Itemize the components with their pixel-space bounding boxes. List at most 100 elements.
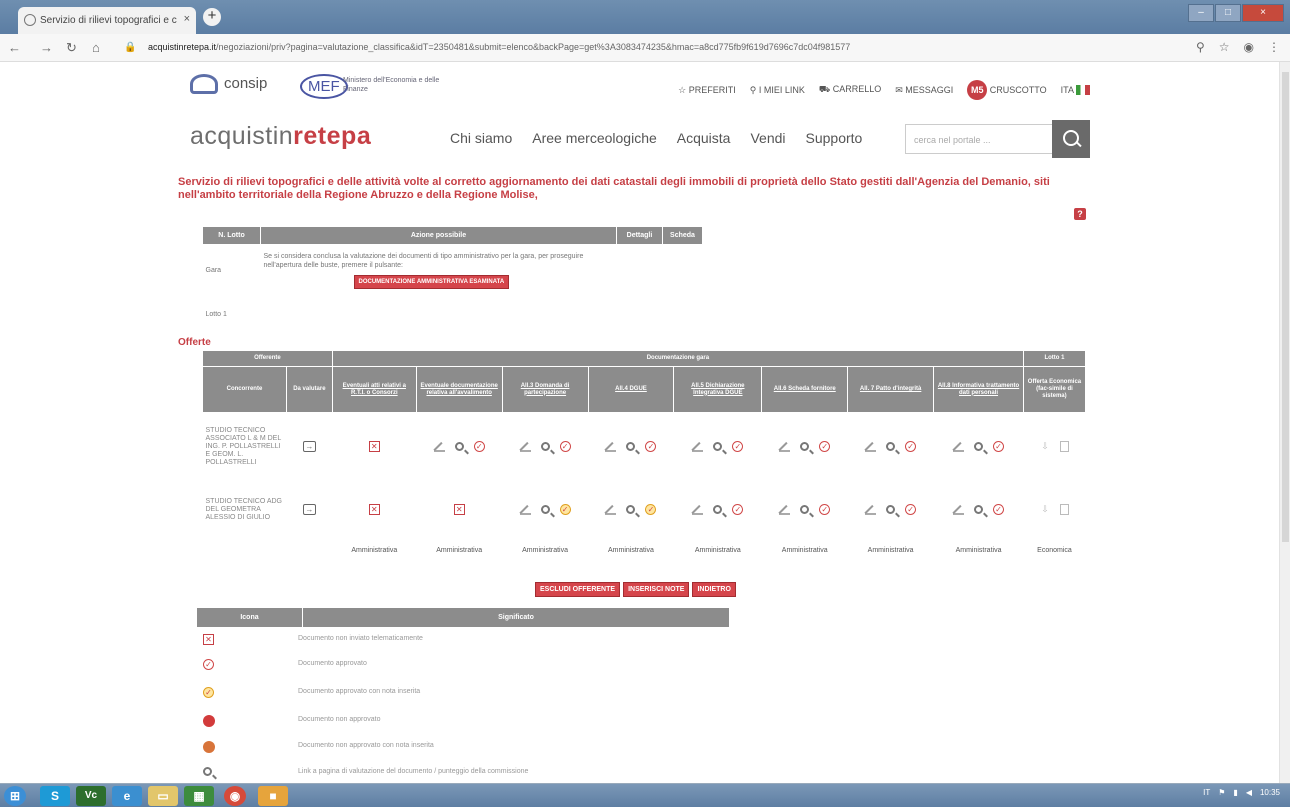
excel-icon[interactable]: ▦ [184,786,214,806]
col-all6[interactable]: All.6 Scheda fornitore [761,366,849,413]
edit-icon[interactable] [519,504,531,515]
browser-tab[interactable]: Servizio di rilievi topografici e c × [18,7,196,34]
toplink-miei-link[interactable]: ⚲ I MIEI LINK [750,85,805,96]
mef-logo[interactable]: MEF [300,74,348,99]
profile-icon[interactable]: ◉ [1244,40,1254,54]
menu-aree-merceologiche[interactable]: Aree merceologiche [532,130,657,146]
indietro-button[interactable]: INDIETRO [692,582,736,597]
view-icon[interactable] [886,442,896,452]
view-icon[interactable] [626,505,636,514]
edit-icon[interactable] [953,441,965,453]
url-field[interactable]: acquistinretepa.it/negoziazioni/priv?pag… [148,42,850,52]
search-button[interactable] [1052,120,1090,158]
close-window-button[interactable]: × [1242,4,1284,22]
escludi-offerente-button[interactable]: ESCLUDI OFFERENTE [535,582,621,597]
approved-icon[interactable]: ✓ [473,441,485,453]
menu-vendi[interactable]: Vendi [750,130,785,146]
explorer-icon[interactable]: ▭ [148,786,178,806]
approved-icon[interactable]: ✓ [819,441,831,453]
edit-icon[interactable] [953,504,965,515]
forward-icon[interactable]: → [40,40,53,55]
maximize-button[interactable]: □ [1215,4,1241,22]
edit-icon[interactable] [433,441,445,453]
col-all4[interactable]: All.4 DGUE [587,366,675,413]
page-scrollbar[interactable] [1279,62,1290,783]
minimize-button[interactable]: – [1188,4,1214,22]
view-icon[interactable] [713,505,723,514]
toplink-messaggi[interactable]: ✉ MESSAGGI [895,85,953,96]
evaluate-enter-icon[interactable]: → [302,441,316,453]
ie-icon[interactable]: e [112,786,142,806]
col-all3[interactable]: All.3 Domanda di partecipazione [501,366,589,413]
approved-icon[interactable]: ✓ [645,441,657,453]
edit-icon[interactable] [605,504,617,515]
app-icon[interactable]: ■ [258,786,288,806]
zoom-icon[interactable]: ⚲ [1196,40,1205,54]
download-icon[interactable]: ⇩ [1039,441,1050,452]
menu-supporto[interactable]: Supporto [806,130,863,146]
cruscotto-link[interactable]: M5 CRUSCOTTO [967,80,1047,100]
view-icon[interactable] [800,505,810,514]
edit-icon[interactable] [605,441,617,453]
menu-chi-siamo[interactable]: Chi siamo [450,130,512,146]
menu-dots-icon[interactable]: ⋮ [1268,40,1280,54]
view-icon[interactable] [540,442,550,452]
back-icon[interactable]: ← [8,40,21,55]
approved-with-note-icon[interactable]: ✓ [559,504,571,515]
evaluate-enter-icon[interactable]: → [302,504,316,515]
view-icon[interactable] [626,442,636,452]
chrome-icon[interactable]: ◉ [224,786,246,806]
view-icon[interactable] [540,505,550,514]
vnc-icon[interactable]: Vc [76,786,106,806]
inserisci-note-button[interactable]: INSERISCI NOTE [623,582,690,597]
toplink-carrello[interactable]: ⛟ CARRELLO [819,84,881,96]
approved-with-note-icon[interactable]: ✓ [645,504,657,515]
documentazione-esaminata-button[interactable]: DOCUMENTAZIONE AMMINISTRATIVA ESAMINATA [353,275,510,290]
edit-icon[interactable] [865,441,877,453]
tray-clock[interactable]: 10:35 [1260,788,1280,797]
help-icon[interactable]: ? [1074,208,1086,220]
col-avvalimento[interactable]: Eventuale documentazione relativa all'av… [415,366,503,413]
edit-icon[interactable] [692,504,704,515]
approved-icon[interactable]: ✓ [559,441,571,453]
home-icon[interactable]: ⌂ [92,40,100,55]
col-all7[interactable]: All. 7 Patto d'integrità [847,366,935,413]
close-tab-icon[interactable]: × [184,13,190,25]
scrollbar-thumb[interactable] [1282,72,1289,542]
view-icon[interactable] [713,442,723,452]
approved-icon[interactable]: ✓ [993,441,1005,453]
bookmark-star-icon[interactable]: ☆ [1219,40,1230,54]
reload-icon[interactable]: ↻ [66,40,77,56]
toplink-preferiti[interactable]: ☆ PREFERITI [678,85,736,96]
approved-icon[interactable]: ✓ [905,441,917,453]
edit-icon[interactable] [865,504,877,515]
edit-icon[interactable] [692,441,704,453]
language-selector[interactable]: ITA [1061,85,1090,96]
approved-icon[interactable]: ✓ [732,441,744,453]
tray-network-icon[interactable]: ▮ [1233,788,1237,797]
tray-language[interactable]: IT [1203,788,1210,797]
approved-icon[interactable]: ✓ [732,504,744,515]
tray-flag-icon[interactable]: ⚑ [1218,788,1225,797]
approved-icon[interactable]: ✓ [993,504,1005,515]
search-input[interactable]: cerca nel portale ... [905,124,1055,154]
skype-icon[interactable]: S [40,786,70,806]
col-rti[interactable]: Eventuali atti relativi a R.T.I. o Conso… [331,366,417,413]
document-icon[interactable] [1060,441,1070,453]
consip-logo[interactable]: consip [190,74,267,94]
download-icon[interactable]: ⇩ [1039,504,1050,515]
approved-icon[interactable]: ✓ [819,504,831,515]
view-icon[interactable] [974,505,984,514]
edit-icon[interactable] [779,441,791,453]
edit-icon[interactable] [779,504,791,515]
acquistinretepa-logo[interactable]: acquistinretepa [190,122,371,151]
tray-volume-icon[interactable]: ◀ [1246,788,1252,797]
view-icon[interactable] [974,442,984,452]
start-button[interactable]: ⊞ [4,786,26,806]
view-icon[interactable] [886,505,896,514]
col-all8[interactable]: All.8 Informativa trattamento dati perso… [933,366,1024,413]
document-icon[interactable] [1060,504,1070,515]
view-icon[interactable] [454,442,464,452]
view-icon[interactable] [800,442,810,452]
menu-acquista[interactable]: Acquista [677,130,731,146]
